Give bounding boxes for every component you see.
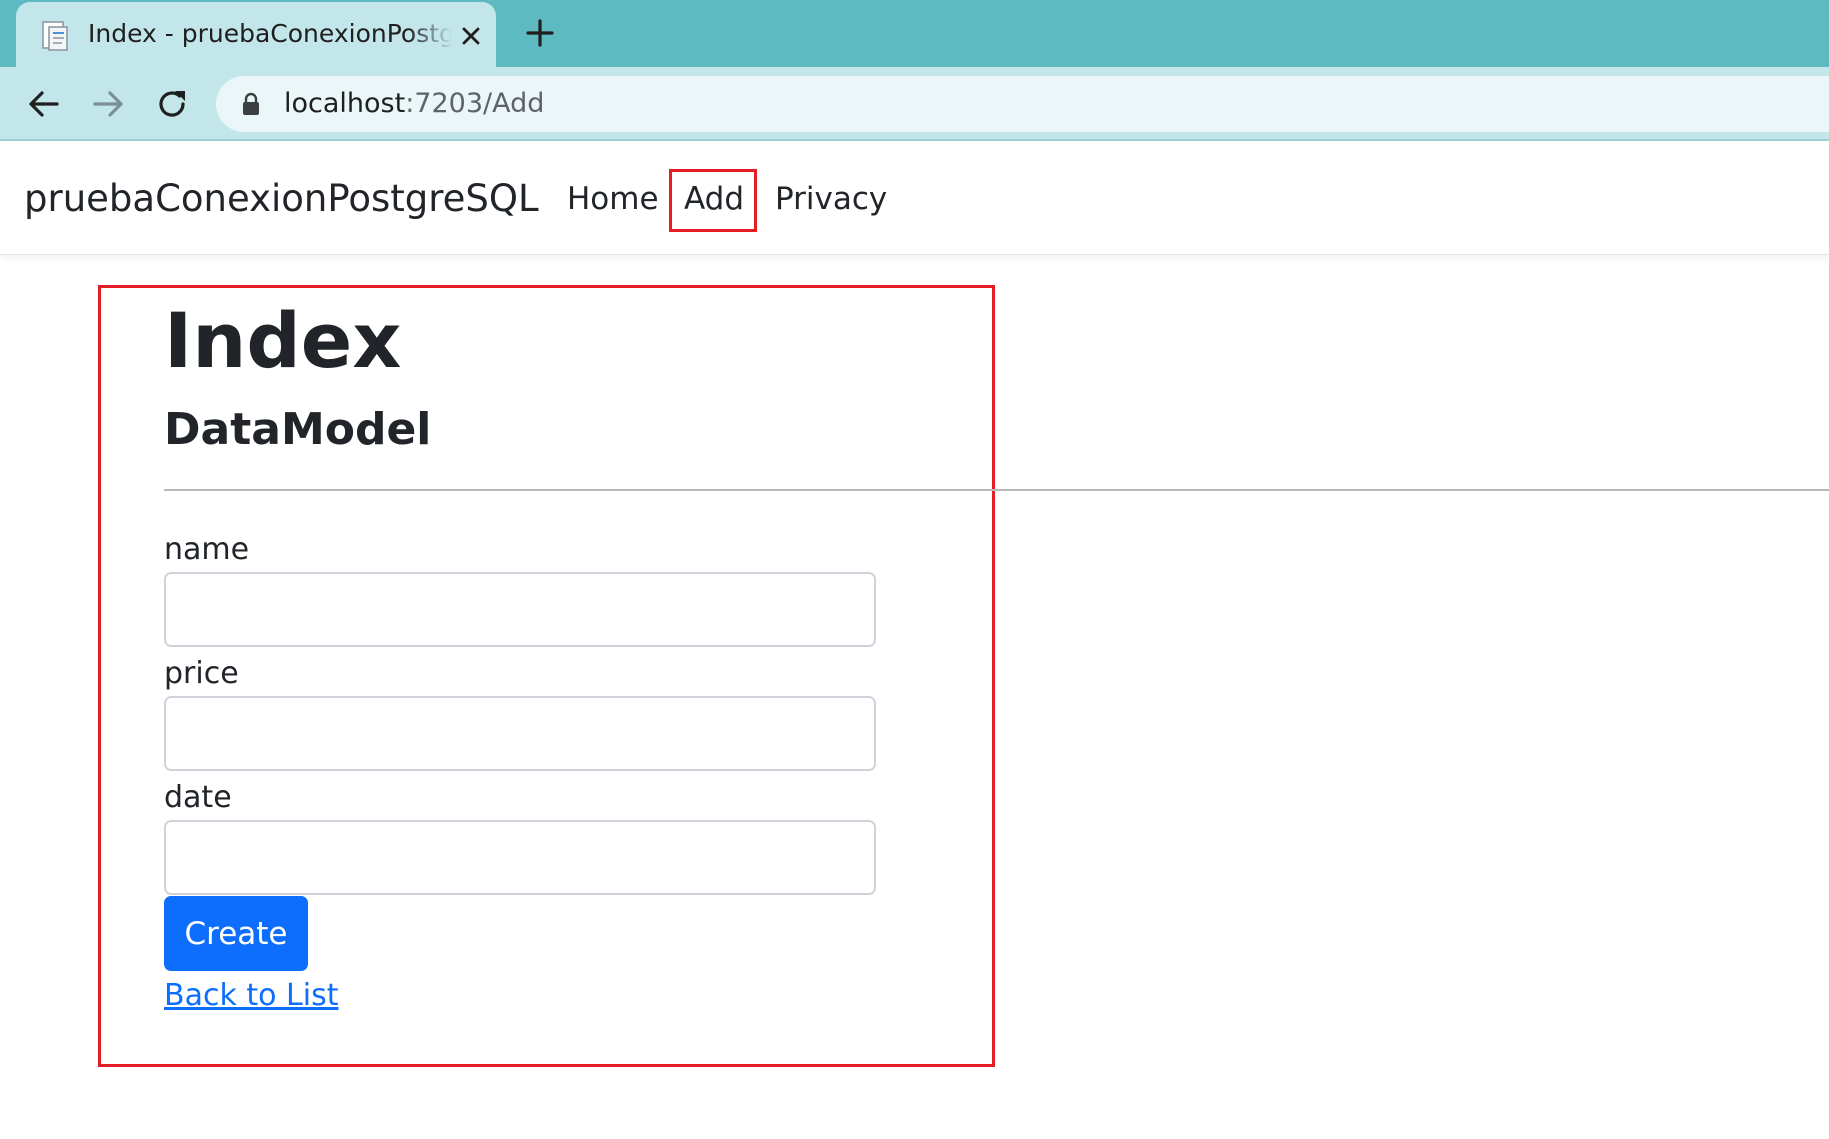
browser-tab[interactable]: Index - pruebaConexionPostgreSQL: [16, 2, 496, 67]
page-favicon-icon: [42, 21, 68, 51]
divider: [164, 489, 1829, 491]
nav-link-home[interactable]: Home: [567, 181, 659, 217]
date-input[interactable]: [164, 820, 876, 895]
back-arrow-icon[interactable]: [25, 85, 63, 123]
date-label: date: [164, 780, 232, 815]
nav-link-privacy[interactable]: Privacy: [775, 181, 887, 217]
url-path: :7203/Add: [405, 88, 545, 119]
plus-icon[interactable]: [524, 17, 556, 49]
name-input[interactable]: [164, 572, 876, 647]
forward-arrow-icon[interactable]: [89, 85, 127, 123]
close-icon[interactable]: [458, 23, 484, 49]
url-text[interactable]: localhost:7203/Add: [284, 88, 544, 119]
browser-toolbar: localhost:7203/Add: [0, 67, 1829, 141]
price-label: price: [164, 656, 239, 691]
back-to-list-link[interactable]: Back to List: [164, 978, 338, 1013]
lock-icon[interactable]: [242, 92, 260, 116]
site-navbar: pruebaConexionPostgreSQL Home Add Privac…: [0, 141, 1829, 255]
page-subtitle: DataModel: [164, 404, 432, 455]
create-button[interactable]: Create: [164, 896, 308, 971]
reload-icon[interactable]: [153, 85, 191, 123]
browser-tabstrip: Index - pruebaConexionPostgreSQL: [0, 0, 1829, 67]
price-input[interactable]: [164, 696, 876, 771]
url-host: localhost: [284, 88, 406, 119]
tab-title: Index - pruebaConexionPostgreSQL: [88, 19, 452, 48]
annotation-highlight-add: [669, 169, 757, 232]
page-title: Index: [164, 296, 402, 385]
name-label: name: [164, 532, 250, 567]
address-bar[interactable]: localhost:7203/Add: [216, 76, 1829, 132]
navbar-brand[interactable]: pruebaConexionPostgreSQL: [24, 177, 539, 220]
